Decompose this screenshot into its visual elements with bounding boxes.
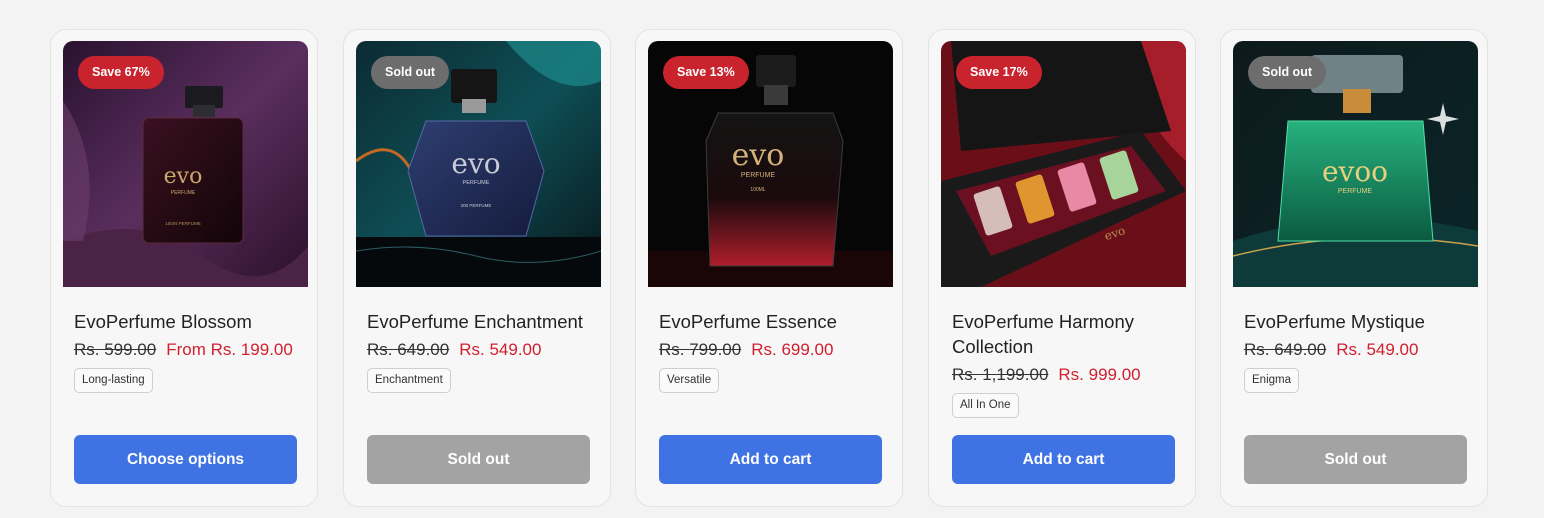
bottle-volume-text: 200 PERFUME bbox=[461, 203, 492, 208]
sold-out-button[interactable]: Sold out bbox=[1244, 435, 1467, 484]
compare-at-price: Rs. 649.00 bbox=[367, 340, 450, 359]
price-row: Rs. 649.00 Rs. 549.00 bbox=[1244, 340, 1418, 360]
product-title[interactable]: EvoPerfume Enchantment bbox=[367, 309, 592, 334]
product-card[interactable]: evo PERFUME 100ML Save 13% EvoPerfume Es… bbox=[635, 29, 903, 507]
sale-price: Rs. 549.00 bbox=[1336, 340, 1419, 359]
sold-out-button[interactable]: Sold out bbox=[367, 435, 590, 484]
sold-out-badge: Sold out bbox=[371, 56, 449, 89]
bottle-sub-text: PERFUME bbox=[463, 180, 490, 186]
bottle-sub-text: PERFUME bbox=[741, 172, 776, 179]
product-tag: All In One bbox=[952, 393, 1019, 418]
add-to-cart-button[interactable]: Add to cart bbox=[659, 435, 882, 484]
product-image[interactable]: evo PERFUME 100ML Save 13% bbox=[648, 41, 893, 287]
product-title[interactable]: EvoPerfume Harmony Collection bbox=[952, 309, 1177, 359]
product-title[interactable]: EvoPerfume Mystique bbox=[1244, 309, 1469, 334]
sale-price: Rs. 549.00 bbox=[459, 340, 542, 359]
sale-price: Rs. 699.00 bbox=[751, 340, 834, 359]
bottle-brand-text: evo bbox=[164, 164, 203, 189]
product-card[interactable]: evo PERFUME 200 PERFUME Sold out EvoPerf… bbox=[343, 29, 611, 507]
product-image[interactable]: evo Save 17% bbox=[941, 41, 1186, 287]
price-row: Rs. 599.00 From Rs. 199.00 bbox=[74, 340, 293, 360]
bottle-volume-text: 100ml PERFUME bbox=[165, 221, 201, 226]
product-tag: Versatile bbox=[659, 368, 720, 393]
product-tag: Enchantment bbox=[367, 368, 451, 393]
product-image[interactable]: evo PERFUME 100ml PERFUME Save 67% bbox=[63, 41, 308, 287]
bottle-sub-text: PERFUME bbox=[171, 190, 196, 196]
product-card[interactable]: evoo PERFUME Sold out EvoPerfume Mystiqu… bbox=[1220, 29, 1488, 507]
price-row: Rs. 1,199.00 Rs. 999.00 bbox=[952, 365, 1141, 385]
bottle-brand-text: evoo bbox=[1322, 155, 1388, 188]
sale-badge: Save 17% bbox=[956, 56, 1042, 89]
product-image[interactable]: evoo PERFUME Sold out bbox=[1233, 41, 1478, 287]
product-title[interactable]: EvoPerfume Blossom bbox=[74, 309, 299, 334]
compare-at-price: Rs. 1,199.00 bbox=[952, 365, 1049, 384]
add-to-cart-button[interactable]: Add to cart bbox=[952, 435, 1175, 484]
sale-price: Rs. 999.00 bbox=[1058, 365, 1141, 384]
bottle-brand-text: evo bbox=[732, 138, 785, 173]
product-image[interactable]: evo PERFUME 200 PERFUME Sold out bbox=[356, 41, 601, 287]
price-row: Rs. 649.00 Rs. 549.00 bbox=[367, 340, 541, 360]
sale-badge: Save 67% bbox=[78, 56, 164, 89]
product-title[interactable]: EvoPerfume Essence bbox=[659, 309, 884, 334]
bottle-brand-text: evo bbox=[451, 147, 500, 180]
bottle-sub-text: PERFUME bbox=[1338, 188, 1373, 195]
compare-at-price: Rs. 599.00 bbox=[74, 340, 157, 359]
price-row: Rs. 799.00 Rs. 699.00 bbox=[659, 340, 833, 360]
compare-at-price: Rs. 799.00 bbox=[659, 340, 742, 359]
product-card[interactable]: evo Save 17% EvoPerfume Harmony Collecti… bbox=[928, 29, 1196, 507]
product-tag: Enigma bbox=[1244, 368, 1299, 393]
product-tag: Long-lasting bbox=[74, 368, 153, 393]
choose-options-button[interactable]: Choose options bbox=[74, 435, 297, 484]
product-card[interactable]: evo PERFUME 100ml PERFUME Save 67% EvoPe… bbox=[50, 29, 318, 507]
compare-at-price: Rs. 649.00 bbox=[1244, 340, 1327, 359]
sale-badge: Save 13% bbox=[663, 56, 749, 89]
sold-out-badge: Sold out bbox=[1248, 56, 1326, 89]
sale-price: From Rs. 199.00 bbox=[166, 340, 293, 359]
bottle-volume-text: 100ML bbox=[750, 187, 766, 193]
